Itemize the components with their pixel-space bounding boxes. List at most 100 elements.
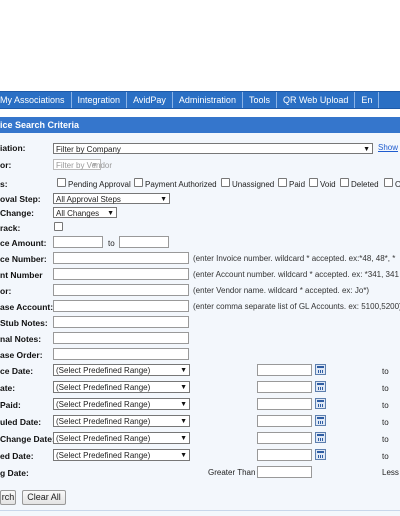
gl-account-input[interactable] [53, 300, 189, 312]
calendar-icon[interactable] [315, 449, 326, 460]
divider [0, 510, 400, 511]
purchase-order-input[interactable] [53, 348, 189, 360]
date-row-label: ate: [0, 383, 16, 393]
date-from-input[interactable] [257, 449, 312, 461]
calendar-icon[interactable] [315, 432, 326, 443]
status-pending-approval-checkbox[interactable] [57, 178, 66, 187]
nav-integration[interactable]: Integration [72, 92, 128, 108]
amount-to-input[interactable] [119, 236, 169, 248]
vendor-filter-placeholder: Filter by Vendor [56, 161, 113, 170]
chevron-down-icon: ▼ [107, 210, 114, 217]
calendar-icon[interactable] [315, 398, 326, 409]
chevron-down-icon: ▼ [180, 367, 187, 374]
chevron-down-icon: ▼ [180, 384, 187, 391]
vendor-name-input[interactable] [53, 284, 189, 296]
internal-notes-label: nal Notes: [0, 334, 42, 344]
account-number-hint: (enter Account number. wildcard * accept… [193, 270, 399, 279]
nav-qr-web-upload[interactable]: QR Web Upload [277, 92, 356, 108]
chevron-down-icon: ▼ [160, 196, 167, 203]
date-row-label: Paid: [0, 400, 21, 410]
invoice-number-label: ce Number: [0, 254, 47, 264]
date-to-label: to [382, 418, 389, 427]
aging-date-label: g Date: [0, 468, 29, 478]
date-from-input[interactable] [257, 415, 312, 427]
nav-my-associations[interactable]: My Associations [0, 92, 72, 108]
association-value: Filter by Company [56, 145, 121, 154]
calendar-icon[interactable] [315, 381, 326, 392]
date-range-value: (Select Predefined Range) [56, 451, 151, 460]
change-select[interactable]: All Changes ▼ [53, 207, 117, 218]
clear-all-button[interactable]: Clear All [22, 490, 66, 505]
date-from-input[interactable] [257, 381, 312, 393]
status-paid-label: Paid [289, 180, 306, 189]
show-link[interactable]: Show [378, 143, 398, 152]
status-other-checkbox[interactable] [384, 178, 393, 187]
gl-account-hint: (enter comma separate list of GL Account… [193, 302, 400, 311]
status-unassigned-checkbox[interactable] [221, 178, 230, 187]
status-payment-authorized-label: Payment Authorized [145, 180, 217, 189]
date-range-value: (Select Predefined Range) [56, 434, 151, 443]
date-to-label: to [382, 401, 389, 410]
nav-administration[interactable]: Administration [173, 92, 243, 108]
date-range-select[interactable]: (Select Predefined Range) ▼ [53, 381, 190, 393]
date-to-label: to [382, 435, 389, 444]
track-label: rack: [0, 223, 21, 233]
approval-step-select[interactable]: All Approval Steps ▼ [53, 193, 170, 204]
date-from-input[interactable] [257, 398, 312, 410]
invoice-number-input[interactable] [53, 252, 189, 264]
date-range-select[interactable]: (Select Predefined Range) ▼ [53, 364, 190, 376]
date-range-select[interactable]: (Select Predefined Range) ▼ [53, 415, 190, 427]
aging-greater-than-label: Greater Than [208, 468, 256, 477]
date-range-select[interactable]: (Select Predefined Range) ▼ [53, 432, 190, 444]
date-from-input[interactable] [257, 432, 312, 444]
status-pending-approval-label: Pending Approval [68, 180, 131, 189]
nav-avidpay[interactable]: AvidPay [127, 92, 173, 108]
date-row-label: uled Date: [0, 417, 42, 427]
internal-notes-input[interactable] [53, 332, 189, 344]
status-void-checkbox[interactable] [309, 178, 318, 187]
association-label: iation: [0, 143, 26, 153]
status-void-label: Void [320, 180, 336, 189]
date-range-select[interactable]: (Select Predefined Range) ▼ [53, 398, 190, 410]
amount-from-input[interactable] [53, 236, 103, 248]
account-number-input[interactable] [53, 268, 189, 280]
calendar-icon[interactable] [315, 415, 326, 426]
date-row-label: ed Date: [0, 451, 34, 461]
track-checkbox[interactable] [54, 222, 63, 231]
chevron-down-icon: ▼ [180, 401, 187, 408]
status-label: s: [0, 179, 8, 189]
date-to-label: to [382, 384, 389, 393]
calendar-icon[interactable] [315, 364, 326, 375]
vendor-filter-label: or: [0, 160, 12, 170]
date-to-label: to [382, 367, 389, 376]
search-button[interactable]: rch [0, 490, 16, 505]
date-from-input[interactable] [257, 364, 312, 376]
search-criteria-panel: iation: Filter by Company ▼ Show or: Fil… [0, 133, 400, 516]
chevron-down-icon: ▼ [180, 418, 187, 425]
nav-more[interactable]: En [355, 92, 380, 108]
chevron-down-icon: ▼ [180, 435, 187, 442]
status-other-label: O [395, 180, 400, 189]
status-paid-checkbox[interactable] [278, 178, 287, 187]
date-range-value: (Select Predefined Range) [56, 400, 151, 409]
vendor-name-label: or: [0, 286, 12, 296]
aging-greater-input[interactable] [257, 466, 312, 478]
chevron-down-icon: ▼ [91, 162, 98, 169]
purchase-order-label: ase Order: [0, 350, 43, 360]
stub-notes-label: Stub Notes: [0, 318, 48, 328]
section-title: ice Search Criteria [0, 120, 80, 130]
association-select[interactable]: Filter by Company ▼ [53, 143, 373, 154]
date-range-value: (Select Predefined Range) [56, 417, 151, 426]
amount-label: ce Amount: [0, 238, 47, 248]
aging-less-label: Less [382, 468, 399, 477]
status-unassigned-label: Unassigned [232, 180, 275, 189]
nav-tools[interactable]: Tools [243, 92, 277, 108]
approval-step-label: oval Step: [0, 194, 41, 204]
status-deleted-checkbox[interactable] [340, 178, 349, 187]
stub-notes-input[interactable] [53, 316, 189, 328]
status-payment-authorized-checkbox[interactable] [134, 178, 143, 187]
chevron-down-icon: ▼ [180, 452, 187, 459]
date-row-label: Change Date: [0, 434, 55, 444]
date-range-select[interactable]: (Select Predefined Range) ▼ [53, 449, 190, 461]
vendor-filter-select[interactable]: Filter by Vendor ▼ [53, 159, 112, 170]
